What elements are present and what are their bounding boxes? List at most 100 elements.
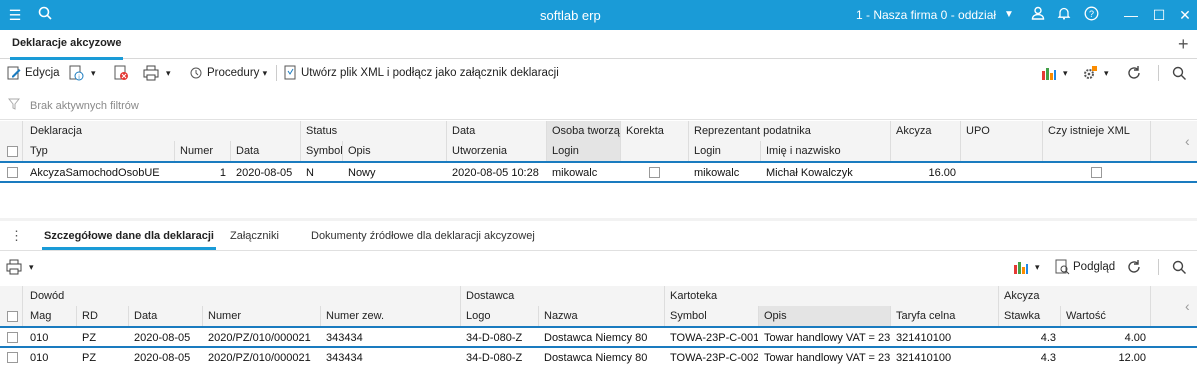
column-group-kartoteka[interactable]: Kartoteka (664, 286, 998, 306)
tab-dokumenty-zrodlowe[interactable]: Dokumenty źródłowe dla deklaracji akcyzo… (311, 230, 535, 242)
column-numer[interactable]: Numer (202, 306, 320, 326)
document-info-icon: i (69, 65, 84, 81)
cell-imie-nazwisko: Michał Kowalczyk (766, 167, 853, 179)
cell-rd: PZ (82, 332, 97, 344)
chevron-down-icon[interactable]: ▾ (166, 63, 171, 83)
column-opis[interactable]: Opis (758, 306, 890, 326)
more-vertical-icon[interactable]: ⋮ (10, 228, 23, 244)
column-group-data[interactable]: Data (446, 121, 546, 141)
refresh-icon (1128, 259, 1140, 273)
column-group-dostawca[interactable]: Dostawca (460, 286, 664, 306)
column-group-dowod[interactable]: Dowód (24, 286, 460, 306)
settings-button[interactable] (1082, 63, 1101, 83)
column-login[interactable]: Login (546, 141, 620, 161)
column-group-status[interactable]: Status (300, 121, 446, 141)
close-icon[interactable]: ✕ (1176, 6, 1194, 24)
bell-icon[interactable] (1055, 6, 1073, 24)
detail-group-header-row: Dowód Dostawca Kartoteka Akcyza (0, 286, 1197, 306)
table-row[interactable]: 010 PZ 2020-08-05 2020/PZ/010/000021 343… (0, 326, 1197, 348)
column-symbol[interactable]: Symbol (664, 306, 758, 326)
detail-print-button[interactable] (6, 257, 25, 277)
tab-zalaczniki[interactable]: Załączniki (230, 230, 279, 242)
chevron-down-icon[interactable]: ▾ (1063, 63, 1068, 83)
column-group-upo[interactable]: UPO (960, 121, 1042, 141)
search-icon[interactable] (36, 6, 54, 24)
maximize-icon[interactable]: ☐ (1150, 6, 1168, 24)
column-group-korekta[interactable]: Korekta (620, 121, 688, 141)
column-data[interactable]: Data (128, 306, 202, 326)
korekta-checkbox[interactable] (649, 167, 660, 178)
table-row[interactable]: 010 PZ 2020-08-05 2020/PZ/010/000021 343… (0, 348, 1197, 368)
chevron-down-icon[interactable]: ▾ (1104, 63, 1109, 83)
column-numer-zew[interactable]: Numer zew. (320, 306, 460, 326)
column-taryfa-celna[interactable]: Taryfa celna (890, 306, 998, 326)
column-numer[interactable]: Numer (174, 141, 230, 161)
detail-search-button[interactable] (1171, 257, 1190, 277)
column-opis[interactable]: Opis (342, 141, 446, 161)
row-checkbox[interactable] (7, 167, 18, 178)
select-all-checkbox[interactable] (7, 311, 18, 322)
detail-refresh-button[interactable] (1126, 257, 1145, 277)
chevron-down-icon[interactable]: ▾ (1035, 257, 1040, 277)
minimize-icon[interactable]: — (1122, 6, 1140, 24)
chevron-down-icon[interactable]: ▼ (1000, 6, 1018, 24)
print-button[interactable] (143, 63, 162, 83)
select-all-checkbox[interactable] (7, 146, 18, 157)
column-stawka[interactable]: Stawka (998, 306, 1060, 326)
table-row[interactable]: AkcyzaSamochodOsobUE 1 2020-08-05 N Nowy… (0, 161, 1197, 183)
chevron-down-icon[interactable]: ▾ (91, 63, 96, 83)
column-group-deklaracja[interactable]: Deklaracja (24, 121, 300, 141)
refresh-button[interactable] (1126, 63, 1145, 83)
column-rep-login[interactable]: Login (688, 141, 760, 161)
column-mag[interactable]: Mag (24, 306, 76, 326)
procedures-button[interactable]: Procedury ▾ (188, 63, 267, 83)
column-group-akcyza[interactable]: Akcyza (890, 121, 960, 141)
search-button[interactable] (1171, 63, 1190, 83)
chevron-left-icon[interactable]: ‹ (1185, 133, 1190, 149)
column-group-czy-istnieje-xml[interactable]: Czy istnieje XML (1042, 121, 1150, 141)
column-rd[interactable]: RD (76, 306, 128, 326)
row-checkbox[interactable] (7, 352, 18, 363)
cell-opis: Towar handlowy VAT = 23 (764, 332, 890, 344)
column-utworzenia[interactable]: Utworzenia (446, 141, 546, 161)
column-symbol[interactable]: Symbol (300, 141, 342, 161)
row-checkbox[interactable] (7, 332, 18, 343)
chart-button[interactable] (1041, 63, 1060, 83)
preview-button[interactable]: Podgląd (1054, 257, 1115, 277)
column-data[interactable]: Data (230, 141, 300, 161)
chevron-down-icon[interactable]: ▾ (29, 257, 34, 277)
column-group-osoba-tworzaca[interactable]: Osoba tworzą (546, 121, 620, 141)
detail-chart-button[interactable] (1013, 257, 1032, 277)
column-nazwa[interactable]: Nazwa (538, 306, 664, 326)
help-icon[interactable]: ? (1082, 6, 1100, 24)
add-tab-icon[interactable]: + (1178, 34, 1189, 55)
edit-label: Edycja (25, 67, 60, 79)
xml-exists-checkbox[interactable] (1091, 167, 1102, 178)
cell-stawka: 4.3 (1040, 352, 1056, 364)
hamburger-menu-icon[interactable]: ☰ (6, 6, 24, 24)
column-imie-nazwisko[interactable]: Imię i nazwisko (760, 141, 890, 161)
toolbar-divider (1158, 259, 1159, 275)
create-xml-button[interactable]: Utwórz plik XML i podłącz jako załącznik… (282, 63, 559, 83)
delete-button[interactable] (113, 63, 132, 83)
column-group-reprezentant[interactable]: Reprezentant podatnika (688, 121, 890, 141)
chevron-left-icon[interactable]: ‹ (1185, 298, 1190, 314)
cell-nazwa: Dostawca Niemcy 80 (544, 352, 648, 364)
cell-logo: 34-D-080-Z (466, 352, 523, 364)
column-typ[interactable]: Typ (24, 141, 174, 161)
company-selector[interactable]: 1 - Nasza firma 0 - oddział (856, 8, 996, 22)
cell-rd: PZ (82, 352, 97, 364)
xml-document-icon (284, 65, 296, 80)
user-icon[interactable] (1029, 6, 1047, 24)
printer-icon (143, 65, 159, 81)
column-logo[interactable]: Logo (460, 306, 538, 326)
cell-typ: AkcyzaSamochodOsobUE (30, 167, 160, 179)
column-wartosc[interactable]: Wartość (1060, 306, 1150, 326)
filter-icon[interactable] (7, 98, 21, 113)
cell-taryfa: 321410100 (896, 352, 952, 364)
column-group-akcyza[interactable]: Akcyza (998, 286, 1150, 306)
info-button[interactable]: i (68, 63, 87, 83)
tab-deklaracje-akcyzowe[interactable]: Deklaracje akcyzowe (6, 36, 127, 60)
tab-szczegolowe-dane[interactable]: Szczegółowe dane dla deklaracji (42, 230, 216, 250)
edit-button[interactable]: Edycja (6, 63, 60, 83)
